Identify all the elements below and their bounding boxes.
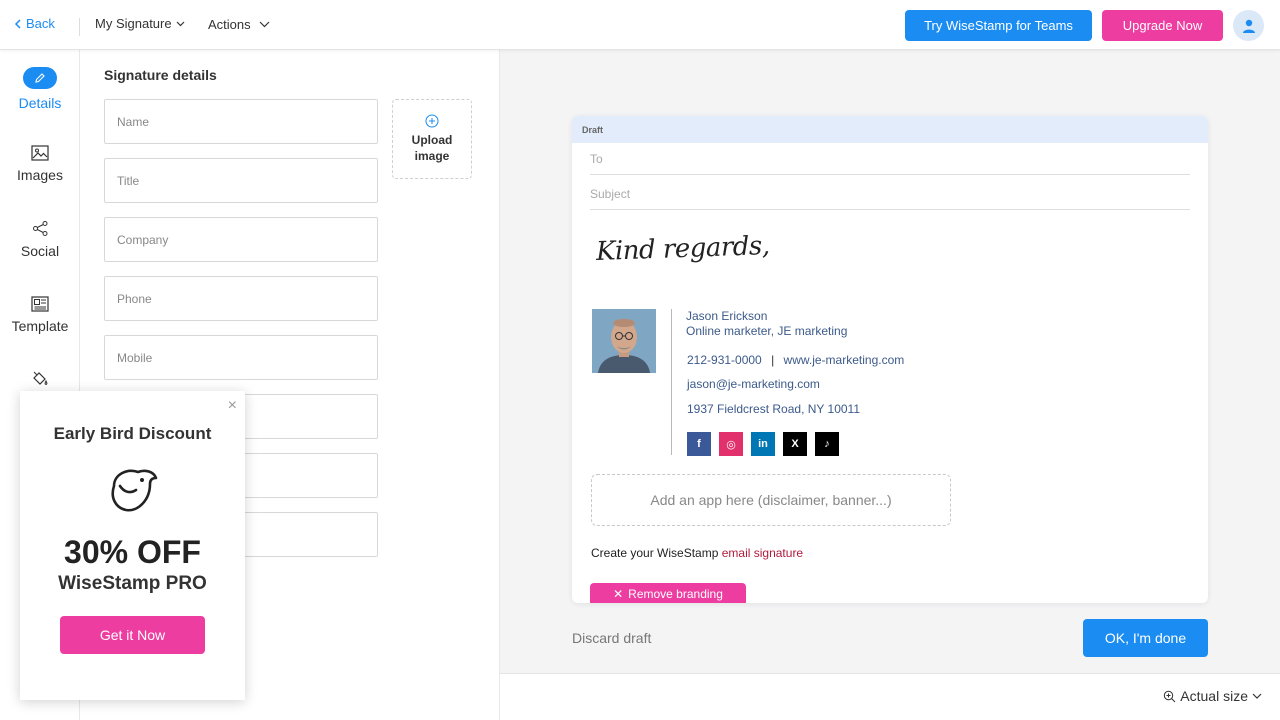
signature-name: Jason Erickson (686, 309, 768, 323)
promo-product: WiseStamp PRO (58, 573, 207, 594)
signature-contact-line: 212-931-0000 | www.je-marketing.com (687, 353, 904, 367)
user-avatar[interactable] (1233, 10, 1264, 41)
nav-details-label: Details (18, 95, 62, 111)
early-bird-popup: × Early Bird Discount 30% OFF WiseStamp … (20, 391, 245, 700)
nav-images-label: Images (17, 167, 63, 183)
try-teams-button[interactable]: Try WiseStamp for Teams (905, 10, 1092, 41)
zoom-select[interactable]: Actual size (1163, 688, 1262, 704)
zoom-icon (1164, 690, 1176, 702)
company-input[interactable] (105, 218, 377, 261)
email-preview-card: Draft To Subject Kind regards, Jason Eri… (572, 116, 1208, 603)
image-icon (31, 145, 49, 161)
top-bar: Back My Signature Actions Try WiseStamp … (0, 0, 1280, 50)
company-field[interactable] (104, 217, 378, 262)
phone-input[interactable] (105, 277, 377, 320)
signature-phone[interactable]: 212-931-0000 (687, 353, 762, 367)
plus-circle-icon (425, 114, 439, 128)
user-icon (1242, 19, 1255, 33)
template-icon (31, 296, 49, 312)
subject-field[interactable]: Subject (590, 187, 1190, 210)
pencil-icon (23, 67, 57, 89)
preview-area: Draft To Subject Kind regards, Jason Eri… (500, 50, 1280, 673)
branding-prefix: Create your WiseStamp (591, 546, 719, 560)
my-signature-menu[interactable]: My Signature (95, 16, 185, 31)
chevron-down-icon (176, 21, 185, 26)
closing-text: Kind regards, (595, 230, 771, 268)
actions-label: Actions (208, 17, 251, 32)
name-input[interactable] (105, 100, 377, 143)
discard-draft-link[interactable]: Discard draft (572, 630, 651, 646)
back-label: Back (26, 16, 55, 31)
chevron-down-icon (259, 21, 270, 28)
chevron-left-icon (14, 18, 21, 29)
add-app-slot[interactable]: Add an app here (disclaimer, banner...) (591, 474, 951, 526)
nav-template-label: Template (11, 318, 69, 334)
remove-branding-label: Remove branding (628, 587, 723, 601)
bottom-bar: Actual size (500, 673, 1280, 720)
get-it-now-button[interactable]: Get it Now (60, 616, 205, 654)
mobile-input[interactable] (105, 336, 377, 379)
nav-social[interactable]: Social (0, 220, 80, 259)
linkedin-icon[interactable]: in (751, 432, 775, 456)
signature-website[interactable]: www.je-marketing.com (784, 353, 905, 367)
close-icon: ✕ (613, 587, 624, 601)
draft-header: Draft (572, 116, 1208, 143)
remove-branding-button[interactable]: ✕ Remove branding (590, 583, 746, 603)
panel-title: Signature details (104, 67, 217, 83)
signature-separator: | (771, 353, 775, 367)
facebook-icon[interactable]: f (687, 432, 711, 456)
share-icon (32, 221, 47, 236)
upgrade-now-button[interactable]: Upgrade Now (1102, 10, 1223, 41)
nav-template[interactable]: Template (0, 296, 80, 334)
ok-done-button[interactable]: OK, I'm done (1083, 619, 1208, 657)
promo-title: Early Bird Discount (53, 424, 212, 443)
tiktok-icon[interactable]: ♪ (815, 432, 839, 456)
x-icon[interactable]: X (783, 432, 807, 456)
divider (79, 18, 80, 36)
signature-email[interactable]: jason@je-marketing.com (687, 377, 820, 391)
bird-icon (111, 469, 158, 512)
upload-image-label: Upload image (411, 133, 453, 163)
paint-bucket-icon (33, 371, 48, 386)
zoom-label: Actual size (1180, 688, 1248, 704)
my-signature-label: My Signature (95, 16, 172, 31)
to-field[interactable]: To (590, 152, 1190, 175)
nav-social-label: Social (20, 243, 60, 259)
chevron-down-icon (1252, 693, 1262, 699)
name-field[interactable] (104, 99, 378, 144)
signature-address: 1937 Fieldcrest Road, NY 10011 (687, 402, 860, 416)
phone-field[interactable] (104, 276, 378, 321)
signature-role: Online marketer, JE marketing (686, 324, 848, 338)
nav-design[interactable] (0, 370, 80, 387)
actions-menu[interactable]: Actions (208, 17, 270, 32)
nav-details[interactable]: Details (0, 67, 80, 111)
instagram-icon[interactable]: ◎ (719, 432, 743, 456)
title-field[interactable] (104, 158, 378, 203)
promo-discount: 30% OFF (64, 534, 201, 570)
social-icons: f ◎ in X ♪ (687, 432, 839, 456)
close-icon[interactable]: × (228, 397, 237, 415)
signature-divider (671, 309, 672, 455)
back-link[interactable]: Back (14, 16, 55, 31)
upload-image-button[interactable]: Upload image (392, 99, 472, 179)
branding-text: Create your WiseStamp email signature (591, 546, 803, 560)
title-input[interactable] (105, 159, 377, 202)
nav-images[interactable]: Images (0, 145, 80, 183)
email-signature-link[interactable]: email signature (722, 546, 803, 560)
profile-photo (592, 309, 656, 373)
mobile-field[interactable] (104, 335, 378, 380)
